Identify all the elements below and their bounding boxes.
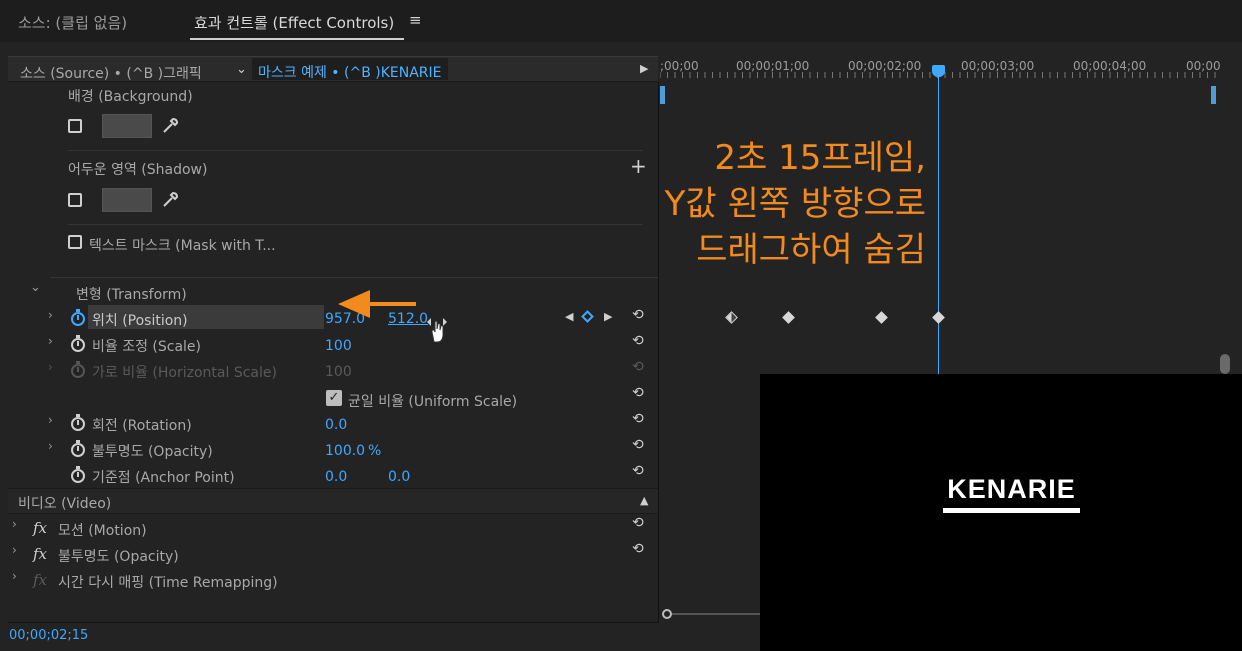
mask-text-checkbox[interactable] <box>68 235 82 249</box>
uniform-scale-label: 균일 비율 (Uniform Scale) <box>348 394 518 410</box>
divider <box>68 224 643 225</box>
chevron-right-icon[interactable]: › <box>48 334 53 348</box>
shadow-color-swatch[interactable] <box>102 188 152 212</box>
stopwatch-icon[interactable] <box>71 335 85 352</box>
reset-icon[interactable]: ⟲ <box>632 437 644 453</box>
mask-text-label: 텍스트 마스크 (Mask with T... <box>89 238 276 254</box>
shadow-label: 어두운 영역 (Shadow) <box>68 162 208 178</box>
tab-source[interactable]: 소스: (클립 없음) <box>18 12 127 33</box>
anchor-y-value[interactable]: 0.0 <box>388 469 410 485</box>
stopwatch-icon <box>71 361 85 378</box>
reset-icon[interactable]: ⟲ <box>632 307 644 323</box>
chevron-right-icon[interactable]: › <box>12 517 17 531</box>
source-clip-label[interactable]: 소스 (Source) • (^B )그래픽 <box>20 63 202 83</box>
annotation-line: 2초 15프레임, <box>714 138 926 178</box>
chevron-right-icon[interactable]: › <box>48 413 53 427</box>
panel-menu-icon[interactable]: ≡ <box>409 11 422 29</box>
annotation-line: 드래그하여 숨김 <box>696 230 926 270</box>
eyedropper-icon[interactable] <box>160 116 180 136</box>
play-triangle-icon[interactable]: ▶ <box>640 62 648 75</box>
tab-effect-controls[interactable]: 효과 컨트롤 (Effect Controls) <box>194 12 394 33</box>
anchor-point-label: 기준점 (Anchor Point) <box>92 470 235 486</box>
opacity-value[interactable]: 100.0 <box>325 443 365 459</box>
playhead-line[interactable] <box>938 76 939 376</box>
fx-icon: fx <box>33 571 48 589</box>
current-timecode[interactable]: 00;00;02;15 <box>9 628 88 643</box>
reset-icon: ⟲ <box>632 359 644 375</box>
opacity-label: 불투명도 (Opacity) <box>92 444 213 460</box>
chevron-right-icon[interactable]: › <box>48 308 53 322</box>
divider <box>50 277 658 278</box>
video-label: 비디오 (Video) <box>18 496 112 512</box>
chevron-right-icon[interactable]: › <box>12 543 17 557</box>
background-color-swatch[interactable] <box>102 114 152 138</box>
eyedropper-icon[interactable] <box>160 190 180 210</box>
reset-icon[interactable]: ⟲ <box>632 385 644 401</box>
scale-label: 비율 조정 (Scale) <box>92 339 202 355</box>
reset-icon[interactable]: ⟲ <box>632 541 644 557</box>
fx-icon[interactable]: fx <box>33 545 47 563</box>
vertical-scrollbar[interactable] <box>1220 354 1230 374</box>
chevron-right-icon[interactable]: › <box>12 569 17 583</box>
chevron-right-icon[interactable]: › <box>48 439 53 453</box>
reset-icon[interactable]: ⟲ <box>632 515 644 531</box>
position-label: 위치 (Position) <box>92 313 188 329</box>
chevron-down-icon[interactable]: ⌄ <box>30 280 41 295</box>
logo-text: KENARIE <box>947 474 1076 504</box>
chevron-right-icon: › <box>48 360 53 374</box>
shadow-checkbox[interactable] <box>68 193 82 207</box>
horizontal-scale-value: 100 <box>325 364 352 380</box>
chevron-down-icon[interactable]: ⌄ <box>236 62 247 77</box>
opacity-unit: % <box>368 443 382 459</box>
collapse-triangle-icon[interactable]: ▲ <box>640 494 648 507</box>
prev-keyframe-icon[interactable]: ◀ <box>565 310 573 323</box>
reset-icon[interactable]: ⟲ <box>632 411 644 427</box>
tutorial-annotation: 2초 15프레임, Y값 왼쪽 방향으로 드래그하여 숨김 <box>600 135 926 273</box>
fx-icon[interactable]: fx <box>33 519 47 537</box>
next-keyframe-icon[interactable]: ▶ <box>604 310 612 323</box>
background-checkbox[interactable] <box>68 119 82 133</box>
stopwatch-icon[interactable] <box>71 309 85 326</box>
panel-tab-bar <box>0 0 1242 42</box>
horizontal-scale-label: 가로 비율 (Horizontal Scale) <box>92 365 277 381</box>
scale-value[interactable]: 100 <box>325 338 352 354</box>
motion-label: 모션 (Motion) <box>58 523 147 539</box>
rotation-label: 회전 (Rotation) <box>92 418 192 434</box>
annotation-arrow-icon <box>338 290 416 318</box>
stopwatch-icon[interactable] <box>71 414 85 431</box>
stopwatch-icon[interactable] <box>71 466 85 483</box>
zoom-scroll-track[interactable] <box>672 613 760 615</box>
background-label: 배경 (Background) <box>68 89 193 105</box>
logo-underline <box>943 508 1080 513</box>
zoom-scroll-handle[interactable] <box>662 609 672 619</box>
active-tab-indicator <box>190 38 404 40</box>
anchor-x-value[interactable]: 0.0 <box>325 469 347 485</box>
annotation-line: Y값 왼쪽 방향으로 <box>664 184 926 224</box>
reset-icon[interactable]: ⟲ <box>632 463 644 479</box>
work-area-end-marker[interactable] <box>1211 86 1216 104</box>
divider <box>68 150 643 151</box>
playhead-handle[interactable] <box>932 65 945 77</box>
sequence-clip-label[interactable]: 마스크 예제 • (^B )KENARIE <box>252 58 448 81</box>
uniform-scale-checkbox[interactable]: ✓ <box>326 390 342 406</box>
divider <box>8 622 658 623</box>
work-area-start-marker[interactable] <box>660 86 665 104</box>
video-opacity-label: 불투명도 (Opacity) <box>58 549 179 565</box>
transform-label: 변형 (Transform) <box>76 287 187 303</box>
stopwatch-icon[interactable] <box>71 440 85 457</box>
reset-icon[interactable]: ⟲ <box>632 333 644 349</box>
clip-header: 소스 (Source) • (^B )그래픽 ⌄ 마스크 예제 • (^B )K… <box>8 56 658 82</box>
rotation-value[interactable]: 0.0 <box>325 417 347 433</box>
time-remap-label: 시간 다시 매핑 (Time Remapping) <box>58 575 278 591</box>
scrub-hand-cursor-icon <box>427 318 447 343</box>
